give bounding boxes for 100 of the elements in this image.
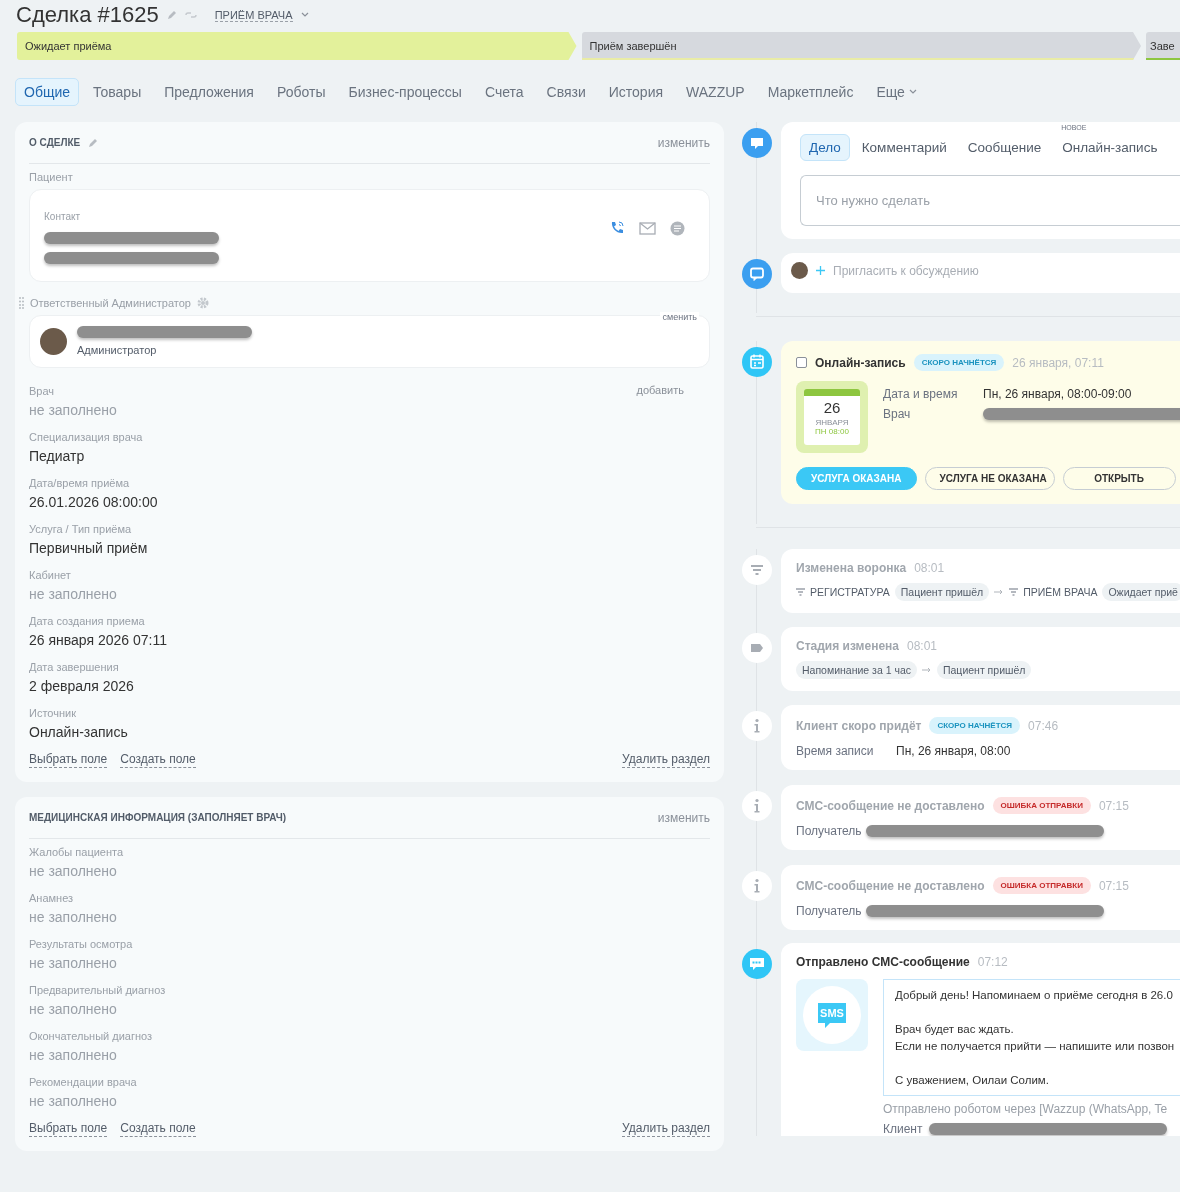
phone-icon[interactable] [609, 220, 625, 236]
event-title: Стадия изменена [796, 639, 899, 653]
settings-icon[interactable] [197, 297, 209, 309]
pencil-icon[interactable] [166, 10, 177, 20]
tab[interactable]: Предложения [155, 78, 263, 106]
section-title: О СДЕЛКЕ [29, 137, 81, 148]
section-title: МЕДИЦИНСКАЯ ИНФОРМАЦИЯ (ЗАПОЛНЯЕТ ВРАЧ) [29, 812, 287, 823]
delete-section-link[interactable]: Удалить раздел [622, 1121, 710, 1137]
calendar-icon [742, 347, 772, 377]
delete-section-link[interactable]: Удалить раздел [622, 752, 710, 768]
field-link[interactable]: Выбрать поле [29, 752, 108, 768]
tab[interactable]: Товары [84, 78, 151, 106]
info-icon [742, 871, 772, 901]
row-label: Получатель [796, 904, 863, 918]
calendar-weekday: ПН 08:00 [815, 428, 849, 436]
tab[interactable]: Маркетплейс [758, 78, 863, 106]
checkbox[interactable] [796, 357, 807, 368]
field-label: Источник [29, 706, 76, 720]
field-link[interactable]: Создать поле [120, 1121, 196, 1137]
avatar [791, 262, 808, 279]
field-label: Окончательный диагноз [29, 1029, 153, 1043]
field-value: не заполнено [29, 1000, 117, 1019]
avatar [40, 328, 67, 355]
field-value: не заполнено [29, 1046, 117, 1065]
field-label: Врач [29, 384, 55, 398]
field-value: не заполнено [29, 908, 117, 927]
event-time: 07:46 [1028, 718, 1059, 733]
row-label: Дата и время [883, 387, 959, 401]
editor-tab[interactable]: Комментарий [852, 134, 956, 161]
field-value: Первичный приём [29, 539, 148, 558]
pipeline-stage[interactable]: Ожидает приёма [17, 32, 577, 60]
editor-tab[interactable]: Онлайн-запись [1053, 134, 1167, 161]
tab[interactable]: Бизнес-процессы [339, 78, 471, 106]
pipeline-stage[interactable]: Заве [1146, 32, 1180, 60]
stage-pill: Пациент пришёл [937, 661, 1032, 679]
calendar-day: 26 [823, 400, 841, 415]
field-label: Дата создания приема [29, 614, 145, 628]
pipeline-name: РЕГИСТРАТУРА [810, 586, 890, 598]
caret-icon[interactable] [300, 12, 309, 18]
tab[interactable]: WAZZUP [677, 78, 754, 106]
mail-icon[interactable] [639, 221, 656, 235]
pencil-icon[interactable] [88, 137, 99, 148]
change-link[interactable]: сменить [660, 312, 699, 322]
add-icon[interactable] [816, 266, 825, 275]
field-value: 2 февраля 2026 [29, 677, 134, 696]
chat-icon[interactable] [670, 220, 685, 236]
field-label: Дата/время приёма [29, 476, 130, 490]
field-value: Педиатр [29, 447, 85, 466]
field-label: Рекомендации врача [29, 1075, 137, 1089]
field-value: не заполнено [29, 585, 117, 604]
deal-title: Сделка #1625 [16, 2, 159, 28]
row-value: Пн, 26 января, 08:00-09:00 [983, 387, 1132, 401]
edit-link[interactable]: изменить [657, 135, 710, 150]
field-link[interactable]: Создать поле [120, 752, 196, 768]
field-value: не заполнено [29, 862, 117, 881]
more-tab[interactable]: Еще [867, 78, 926, 106]
tag-icon [742, 633, 772, 663]
status-badge: СКОРО НАЧНЁТСЯ [913, 354, 1005, 371]
editor-tab[interactable]: Сообщение [958, 134, 1051, 161]
pipeline-name: ПРИЁМ ВРАЧА [1023, 586, 1098, 598]
info-icon [742, 791, 772, 821]
event-title: Изменена воронка [796, 561, 907, 575]
field-value: 26.01.2026 08:00:00 [29, 493, 158, 512]
row-value: Пн, 26 января, 08:00 [896, 744, 1011, 758]
tab[interactable]: История [599, 78, 673, 106]
row-label: Время записи [796, 744, 875, 758]
field-value: не заполнено [29, 401, 117, 420]
drag-handle-icon[interactable] [19, 297, 24, 309]
event-title: СМС-сообщение не доставлено [796, 878, 985, 893]
arrow-icon [922, 667, 932, 673]
edit-link[interactable]: изменить [657, 810, 710, 825]
tab[interactable]: Общие [15, 78, 80, 106]
task-input-field[interactable]: Что нужно сделать [800, 175, 1180, 226]
stage-pill: Ожидает приё [1102, 583, 1180, 601]
editor-tab[interactable]: Дело [800, 134, 850, 161]
tab[interactable]: Роботы [267, 78, 335, 106]
funnel-icon [1009, 588, 1019, 596]
field-label: Ответственный Администратор [30, 296, 191, 310]
field-link[interactable]: Выбрать поле [29, 1121, 108, 1137]
pipeline-selector[interactable]: ПРИЁМ ВРАЧА [214, 8, 293, 22]
event-time: 07:15 [1098, 798, 1129, 813]
event-time: 07:15 [1098, 878, 1129, 893]
field-label: Услуга / Тип приёма [29, 522, 132, 536]
chat-bubble-icon [742, 259, 772, 289]
event-time: 07:12 [977, 955, 1008, 969]
message-text: Добрый день! Напоминаем о приёме сегодня в 26.0 Врач будет вас ждать. Если не получается прийти — напишите или позвон С уважением, Оилаи Солим. [883, 979, 1180, 1096]
tab[interactable]: Счета [475, 78, 533, 106]
tab[interactable]: Связи [537, 78, 595, 106]
status-badge: ОШИБКА ОТПРАВКИ [992, 877, 1091, 894]
arrow-icon [994, 589, 1005, 595]
pipeline-stage[interactable]: Приём завершён [581, 32, 1141, 60]
info-icon [742, 711, 772, 741]
field-label: Пациент [29, 170, 73, 184]
link-icon[interactable] [184, 10, 197, 20]
field-label: Контакт [44, 210, 80, 224]
field-value: не заполнено [29, 954, 117, 973]
sms-bubble-icon: SMS [803, 986, 861, 1044]
add-link[interactable]: добавить [636, 384, 684, 396]
field-value: 26 января 2026 07:11 [29, 631, 167, 650]
row-label: Врач [883, 407, 912, 421]
